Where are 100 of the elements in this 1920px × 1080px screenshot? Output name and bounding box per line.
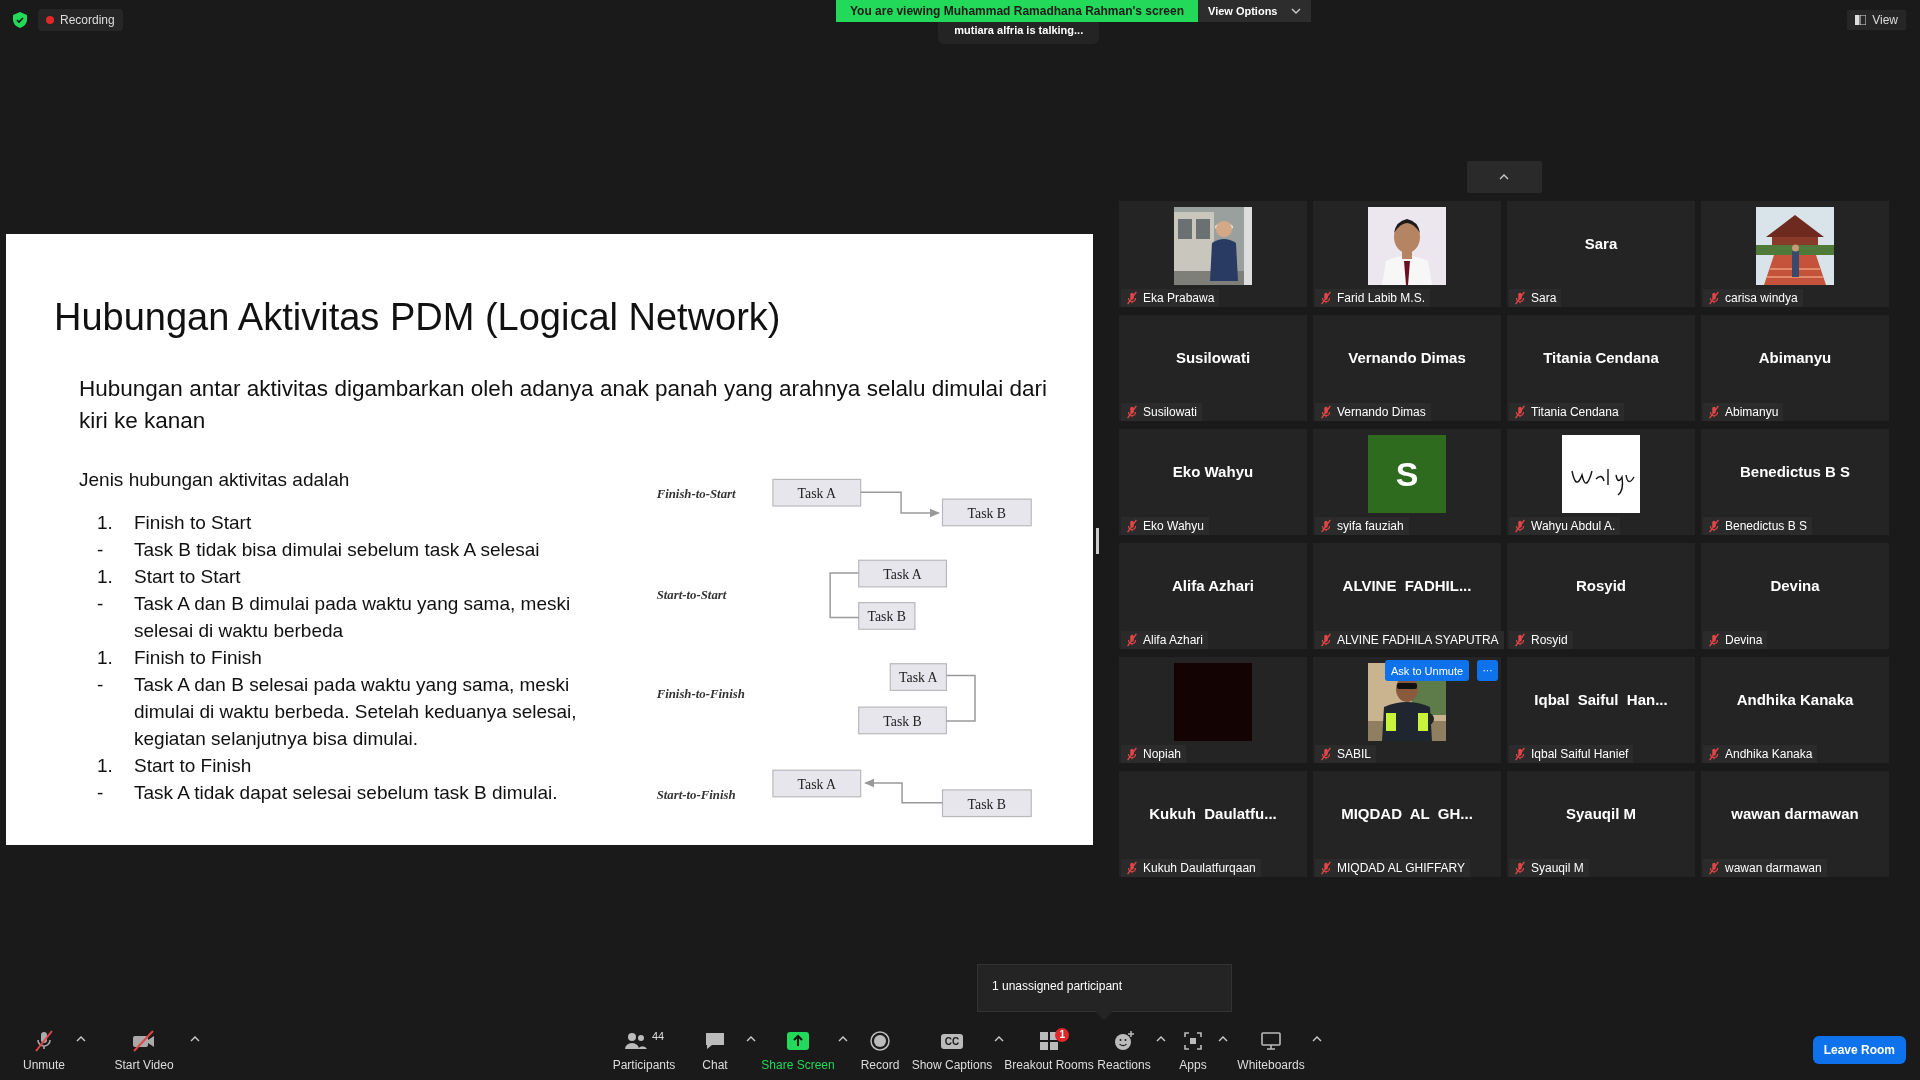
muted-mic-icon	[1319, 633, 1333, 647]
participant-name: Andhika Kanaka	[1736, 690, 1854, 708]
apps-button[interactable]: Apps	[1168, 1024, 1218, 1076]
participant-label: ALVINE FADHILA SYAPUTRA	[1337, 633, 1499, 647]
relation-label: Finish-to-Finish	[656, 687, 745, 702]
video-off-icon	[131, 1030, 157, 1052]
video-button[interactable]: Start Video	[98, 1024, 190, 1076]
avatar-letter: S	[1368, 435, 1446, 513]
slide-paragraph: Hubungan antar aktivitas digambarkan oleh adanya anak panah yang arahnya selalu dimulai dari kiri ke kanan	[79, 375, 1047, 435]
task-box: Task B	[941, 789, 1032, 818]
caret-icon	[746, 1036, 756, 1042]
list-marker: 1.	[96, 646, 114, 670]
muted-mic-icon	[1513, 633, 1527, 647]
list-marker: 1.	[96, 511, 114, 535]
participant-label: Benedictus B S	[1725, 519, 1808, 533]
list-item: Finish to Finish	[134, 646, 262, 670]
muted-mic-icon	[1513, 861, 1527, 875]
participant-name: Alifa Azhari	[1172, 576, 1254, 594]
participant-name: Eko Wahyu	[1172, 462, 1254, 480]
participant-count: 44	[651, 1030, 665, 1042]
task-box: Task A	[858, 559, 947, 588]
apps-icon	[1183, 1031, 1203, 1051]
task-box: Task B	[858, 706, 947, 735]
participant-label: Vernando Dimas	[1337, 405, 1426, 419]
list-heading: Jenis hubungan aktivitas adalah	[79, 469, 351, 491]
muted-mic-icon	[1513, 405, 1527, 419]
muted-mic-icon	[1319, 861, 1333, 875]
participants-button[interactable]: 44 Participants	[604, 1024, 684, 1076]
notification-badge: 1	[1055, 1028, 1069, 1042]
participant-label: Eko Wahyu	[1143, 519, 1204, 533]
breakout-button[interactable]: 1 Breakout Rooms	[1006, 1024, 1092, 1076]
muted-mic-icon	[1707, 633, 1721, 647]
captions-button[interactable]: CC Show Captions	[910, 1024, 994, 1076]
list-marker: -	[96, 673, 105, 697]
list-item: Start to Start	[134, 565, 241, 589]
participant-label: Farid Labib M.S.	[1337, 291, 1426, 305]
participant-name: Sara	[1584, 234, 1618, 252]
participant-name: Devina	[1770, 576, 1820, 594]
layout-icon	[1855, 15, 1867, 25]
muted-mic-icon	[1707, 519, 1721, 533]
record-icon	[870, 1031, 890, 1051]
view-button[interactable]: View	[1847, 10, 1906, 30]
breakout-rooms-icon	[1039, 1031, 1059, 1051]
muted-mic-icon	[1707, 405, 1721, 419]
connector-line	[829, 572, 860, 619]
participant-label: Alifa Azhari	[1143, 633, 1204, 647]
task-box: Task A	[889, 663, 947, 691]
list-marker: -	[96, 592, 105, 616]
leave-room-button[interactable]: Leave Room	[1812, 1036, 1906, 1064]
connector-line	[945, 674, 976, 722]
muted-mic-icon	[1513, 291, 1527, 305]
muted-mic-icon	[32, 1029, 56, 1053]
participant-label: wawan darmawan	[1725, 861, 1822, 875]
participant-name: Susilowati	[1175, 348, 1251, 366]
ask-to-unmute-button[interactable]: Ask to Unmute	[1385, 660, 1470, 681]
whiteboard-button[interactable]: Whiteboards	[1230, 1024, 1312, 1076]
participant-label: Devina	[1725, 633, 1763, 647]
whiteboard-icon	[1260, 1031, 1282, 1051]
muted-mic-icon	[1707, 291, 1721, 305]
caret-icon	[1218, 1036, 1228, 1042]
resize-handle[interactable]	[1096, 528, 1099, 554]
participant-name: wawan darmawan	[1731, 804, 1859, 822]
more-button[interactable]: ···	[1477, 660, 1498, 681]
participant-label: carisa windya	[1725, 291, 1798, 305]
relation-label: Start-to-Finish	[656, 787, 736, 802]
muted-mic-icon	[1319, 291, 1333, 305]
view-options-button[interactable]: View Options	[1198, 0, 1312, 22]
screen-share-banner: You are viewing Muhammad Ramadhana Rahman's screen	[836, 0, 1198, 22]
share-button[interactable]: Share Screen	[758, 1024, 838, 1076]
caret-icon	[1156, 1036, 1166, 1042]
list-marker: 1.	[96, 754, 114, 778]
recording-dot-icon	[46, 16, 54, 24]
list-item: Task A dan B selesai pada waktu yang sama, meski dimulai di waktu berbeda. Setelah keduanya selesai, kegiatan selanjutnya bisa dimulai.	[134, 673, 578, 751]
muted-mic-icon	[1125, 633, 1139, 647]
participant-name: Kukuh Daulatfu...	[1149, 804, 1277, 822]
participant-name: Benedictus B S	[1740, 462, 1850, 480]
record-button[interactable]: Record	[850, 1024, 910, 1076]
recording-label: Recording	[60, 13, 115, 27]
participants-icon	[623, 1031, 648, 1051]
list-marker: -	[96, 781, 105, 805]
participant-name: MIQDAD AL GH...	[1341, 804, 1473, 822]
participant-label: Eka Prabawa	[1143, 291, 1215, 305]
task-box: Task A	[772, 478, 862, 507]
chat-button[interactable]: Chat	[684, 1024, 746, 1076]
participant-label: Andhika Kanaka	[1725, 747, 1813, 761]
list-item: Start to Finish	[134, 754, 252, 778]
caret-icon	[1291, 8, 1302, 14]
participant-name: Vernando Dimas	[1348, 348, 1466, 366]
list-item: Task B tidak bisa dimulai sebelum task A selesai	[134, 538, 540, 562]
task-box: Task B	[941, 498, 1032, 527]
mic-button[interactable]: Unmute	[12, 1024, 76, 1076]
participant-label: Abimanyu	[1725, 405, 1779, 419]
list-marker: 1.	[96, 565, 114, 589]
participant-label: Nopiah	[1143, 747, 1182, 761]
muted-mic-icon	[1513, 519, 1527, 533]
participant-name: Iqbal Saiful Han...	[1534, 690, 1668, 708]
list-item: Task A dan B dimulai pada waktu yang sama, meski selesai di waktu berbeda	[134, 592, 572, 643]
list-item: Finish to Start	[134, 511, 252, 535]
smiley-plus-icon	[1113, 1030, 1135, 1052]
muted-mic-icon	[1707, 747, 1721, 761]
